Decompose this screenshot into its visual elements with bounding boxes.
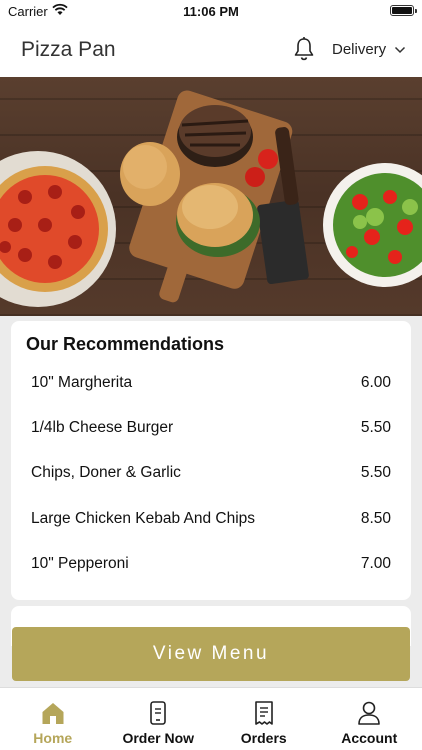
status-bar: Carrier 11:06 PM — [0, 0, 422, 22]
item-price: 6.00 — [360, 374, 391, 391]
item-price: 5.50 — [360, 464, 391, 481]
recommendation-item[interactable]: 1/4lb Cheese Burger 5.50 — [31, 413, 391, 443]
app-title: Pizza Pan — [21, 38, 116, 61]
tab-order-now-label: Order Now — [122, 730, 195, 746]
item-name: Large Chicken Kebab And Chips — [31, 510, 256, 527]
tab-account-label: Account — [341, 730, 398, 746]
tab-orders[interactable]: Orders — [211, 688, 317, 750]
phone-order-icon — [150, 701, 167, 725]
tab-home[interactable]: Home — [0, 688, 106, 750]
item-name: Chips, Doner & Garlic — [31, 464, 181, 481]
receipt-icon — [254, 701, 273, 725]
recommendations-title: Our Recommendations — [26, 334, 225, 354]
food-illustration — [0, 90, 422, 307]
top-nav-bar: Pizza Pan Delivery — [0, 22, 422, 77]
recommendations-card: Our Recommendations 10" Margherita 6.00 … — [11, 321, 411, 600]
home-icon — [42, 703, 64, 724]
item-name: 10" Margherita — [31, 374, 133, 391]
item-name: 1/4lb Cheese Burger — [31, 419, 174, 436]
item-price: 8.50 — [360, 510, 391, 527]
delivery-selector[interactable]: Delivery — [332, 41, 406, 58]
recommendation-item[interactable]: 10" Margherita 6.00 — [31, 368, 391, 398]
view-menu-button[interactable]: View Menu — [12, 627, 410, 681]
tab-account[interactable]: Account — [317, 688, 422, 750]
bottom-tab-bar: Home Order Now Orders Account — [0, 687, 422, 750]
item-price: 7.00 — [360, 555, 391, 572]
item-name: 10" Pepperoni — [31, 555, 129, 572]
chevron-down-icon — [395, 46, 406, 53]
bell-icon[interactable] — [292, 36, 316, 62]
item-price: 5.50 — [360, 419, 391, 436]
user-icon — [358, 701, 381, 725]
hero-food-image — [0, 77, 422, 316]
delivery-label: Delivery — [332, 41, 387, 58]
status-time: 11:06 PM — [183, 4, 239, 19]
recommendation-item[interactable]: Large Chicken Kebab And Chips 8.50 — [31, 504, 391, 534]
tab-order-now[interactable]: Order Now — [106, 688, 212, 750]
tab-orders-label: Orders — [240, 730, 287, 746]
recommendation-item[interactable]: Chips, Doner & Garlic 5.50 — [31, 458, 391, 488]
recommendation-item[interactable]: 10" Pepperoni 7.00 — [31, 549, 391, 579]
tab-home-label: Home — [33, 730, 73, 746]
battery-icon — [390, 5, 417, 16]
